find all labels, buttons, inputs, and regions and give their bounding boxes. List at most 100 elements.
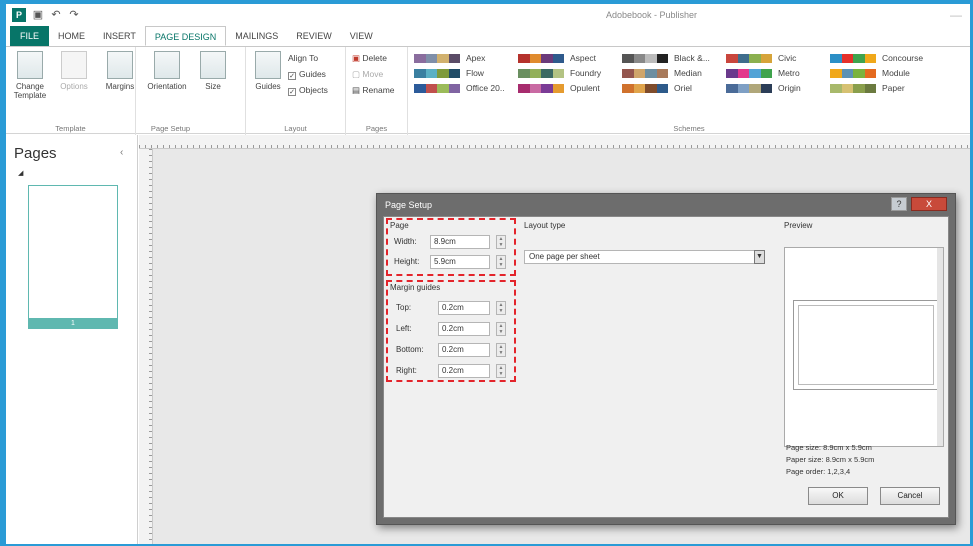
layout-type-label: Layout type <box>524 221 566 230</box>
scheme-item[interactable]: Origin <box>726 83 801 93</box>
change-template-button[interactable]: Change Template <box>10 51 50 100</box>
scheme-label: Foundry <box>570 68 602 78</box>
color-swatch <box>518 53 564 63</box>
margins-button[interactable]: Margins <box>100 51 140 91</box>
paper-size-info: Paper size: 8.9cm x 5.9cm <box>786 455 875 464</box>
orientation-icon <box>154 51 180 79</box>
window-controls[interactable]: — <box>950 8 962 22</box>
close-button[interactable]: X <box>911 197 947 211</box>
scheme-item[interactable]: Black &... <box>622 53 710 63</box>
tab-page-design[interactable]: PAGE DESIGN <box>144 26 227 46</box>
align-to-label: Align To <box>288 53 319 63</box>
undo-icon[interactable]: ↶ <box>50 9 62 21</box>
color-swatch <box>726 68 772 78</box>
tab-file[interactable]: FILE <box>10 26 50 46</box>
scheme-label: Concourse <box>882 53 924 63</box>
help-button[interactable]: ? <box>891 197 907 211</box>
scheme-label: Oriel <box>674 83 692 93</box>
size-button[interactable]: Size <box>196 51 230 91</box>
dialog-title: Page Setup <box>385 200 433 210</box>
scheme-label: Paper <box>882 83 905 93</box>
layout-group: Guides Align To ✓ Guides ✓ Objects Layout <box>246 47 346 135</box>
horizontal-ruler[interactable] <box>139 135 970 149</box>
tab-view[interactable]: VIEW <box>341 26 382 46</box>
cancel-button[interactable]: Cancel <box>880 487 940 505</box>
group-label-page-setup: Page Setup <box>150 124 191 133</box>
check-icon: ✓ <box>288 72 296 80</box>
color-swatch <box>622 68 668 78</box>
color-swatch <box>830 53 876 63</box>
group-label-pages: Pages <box>365 124 388 133</box>
redo-icon[interactable]: ↷ <box>68 9 80 21</box>
guides-button[interactable]: Guides <box>248 51 288 91</box>
margin-highlight-box <box>386 280 516 382</box>
window-title: Adobebook - Publisher <box>606 10 698 20</box>
rename-page-button[interactable]: ▤ Rename <box>352 85 395 96</box>
scheme-item[interactable]: Median <box>622 68 702 78</box>
orientation-button[interactable]: Orientation <box>142 51 192 91</box>
page-setup-dialog: Page Setup ? X Page Width: 8.9cm ▲ ▼ Heig… <box>376 193 956 525</box>
scheme-item[interactable]: Flow <box>414 68 484 78</box>
tab-home[interactable]: HOME <box>49 26 94 46</box>
tab-review[interactable]: REVIEW <box>287 26 341 46</box>
publisher-window: P ▣ ↶ ↷ Adobebook - Publisher — FILE HOM… <box>6 4 970 544</box>
page-thumbnail[interactable] <box>28 185 118 319</box>
color-swatch <box>414 83 460 93</box>
section-expand-icon[interactable]: ◢ <box>18 169 23 177</box>
scheme-item[interactable]: Aspect <box>518 53 596 63</box>
scheme-label: Civic <box>778 53 797 63</box>
tab-insert[interactable]: INSERT <box>94 26 145 46</box>
chevron-down-icon[interactable]: ▼ <box>754 250 765 264</box>
tab-mailings[interactable]: MAILINGS <box>226 26 287 46</box>
move-page-button[interactable]: ▢ Move <box>352 69 383 80</box>
pages-pane-title: Pages <box>14 145 57 162</box>
scheme-label: Origin <box>778 83 801 93</box>
color-swatch <box>726 83 772 93</box>
color-swatch <box>622 53 668 63</box>
layout-type-select[interactable]: One page per sheet <box>524 250 764 264</box>
preview-panel <box>784 247 944 447</box>
move-icon: ▢ <box>352 69 363 79</box>
options-icon <box>61 51 87 79</box>
scheme-item[interactable]: Civic <box>726 53 796 63</box>
color-swatch <box>622 83 668 93</box>
group-label-schemes: Schemes <box>673 124 705 133</box>
schemes-group: Apex Flow Office 20.. Aspect Foundry Opulent B… <box>408 47 970 135</box>
scheme-item[interactable]: Oriel <box>622 83 692 93</box>
scheme-item[interactable]: Paper <box>830 83 905 93</box>
rename-icon: ▤ <box>352 85 363 95</box>
collapse-pane-icon[interactable]: ‹ <box>120 147 123 158</box>
color-swatch <box>726 53 772 63</box>
check-icon: ✓ <box>288 88 296 96</box>
ok-button[interactable]: OK <box>808 487 868 505</box>
preview-page <box>793 300 939 390</box>
template-icon <box>17 51 43 79</box>
scheme-item[interactable]: Metro <box>726 68 800 78</box>
color-swatch <box>518 68 564 78</box>
delete-page-button[interactable]: ▣ Delete <box>352 53 387 64</box>
color-swatch <box>830 68 876 78</box>
scheme-label: Black &... <box>674 53 710 63</box>
preview-scrollbar[interactable] <box>937 248 943 446</box>
save-icon[interactable]: ▣ <box>32 9 44 21</box>
scheme-item[interactable]: Office 20.. <box>414 83 505 93</box>
page-size-info: Page size: 8.9cm x 5.9cm <box>786 443 872 452</box>
page-order-info: Page order: 1,2,3,4 <box>786 467 851 476</box>
publisher-logo-icon: P <box>12 8 26 22</box>
objects-checkbox[interactable]: ✓ Objects <box>288 85 328 96</box>
page-highlight-box <box>386 218 516 276</box>
guides-checkbox[interactable]: ✓ Guides <box>288 69 326 80</box>
scheme-item[interactable]: Module <box>830 68 910 78</box>
options-button[interactable]: Options <box>54 51 94 91</box>
size-icon <box>200 51 226 79</box>
scheme-item[interactable]: Foundry <box>518 68 601 78</box>
color-swatch <box>414 68 460 78</box>
scheme-label: Apex <box>466 53 486 63</box>
scheme-item[interactable]: Apex <box>414 53 485 63</box>
preview-margin-guides <box>798 305 934 385</box>
vertical-ruler[interactable] <box>139 149 153 544</box>
scheme-item[interactable]: Opulent <box>518 83 600 93</box>
preview-label: Preview <box>784 221 813 230</box>
scheme-item[interactable]: Concourse <box>830 53 923 63</box>
ribbon: Change Template Options Template Margins… <box>6 46 970 135</box>
